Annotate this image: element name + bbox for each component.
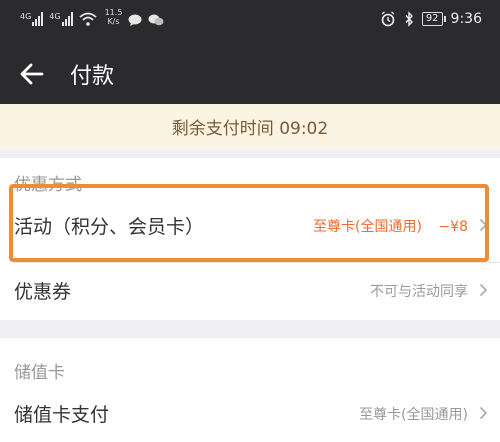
activity-row[interactable]: 活动（积分、会员卡） 至尊卡(全国通用) −¥8 [0,198,500,253]
wechat-icon [148,14,164,26]
stored-value-value: 至尊卡(全国通用) [359,407,468,423]
alarm-icon [381,11,395,27]
coupon-label: 优惠券 [14,281,72,303]
stored-value-section-label: 储值卡 [14,363,65,383]
stored-value-label: 储值卡支付 [14,404,110,426]
payment-countdown: 剩余支付时间 09:02 [0,104,500,149]
page-title: 付款 [70,64,115,89]
chevron-right-icon [479,283,488,297]
stored-value-row[interactable]: 储值卡支付 至尊卡(全国通用) [0,386,500,441]
signal-icon-2: 4G [49,12,73,26]
message-icon [128,14,142,26]
network-type-label-2: 4G [49,12,61,21]
signal-icon: 4G [20,12,44,26]
clock: 9:36 [450,11,482,27]
chevron-right-icon [479,406,488,420]
activity-label: 活动（积分、会员卡） [14,216,205,238]
network-type-label: 4G [20,12,32,21]
chevron-right-icon [479,218,488,232]
back-arrow-icon[interactable] [18,60,46,88]
discount-section-label: 优惠方式 [14,175,82,195]
coupon-row[interactable]: 优惠券 不可与活动同享 [0,263,500,318]
activity-card-name: 至尊卡(全国通用) [313,219,422,235]
activity-value: 至尊卡(全国通用) −¥8 [313,216,468,236]
coupon-value: 不可与活动同享 [370,284,468,300]
battery-icon: 92 [421,12,446,26]
wifi-icon [79,12,97,26]
status-bar: 4G 4G 11.5 K/s 92 9:36 [0,0,500,44]
bluetooth-icon [405,11,413,27]
activity-discount-amount: −¥8 [438,219,468,235]
title-bar: 付款 [0,44,500,104]
network-speed: 11.5 K/s [104,8,123,26]
